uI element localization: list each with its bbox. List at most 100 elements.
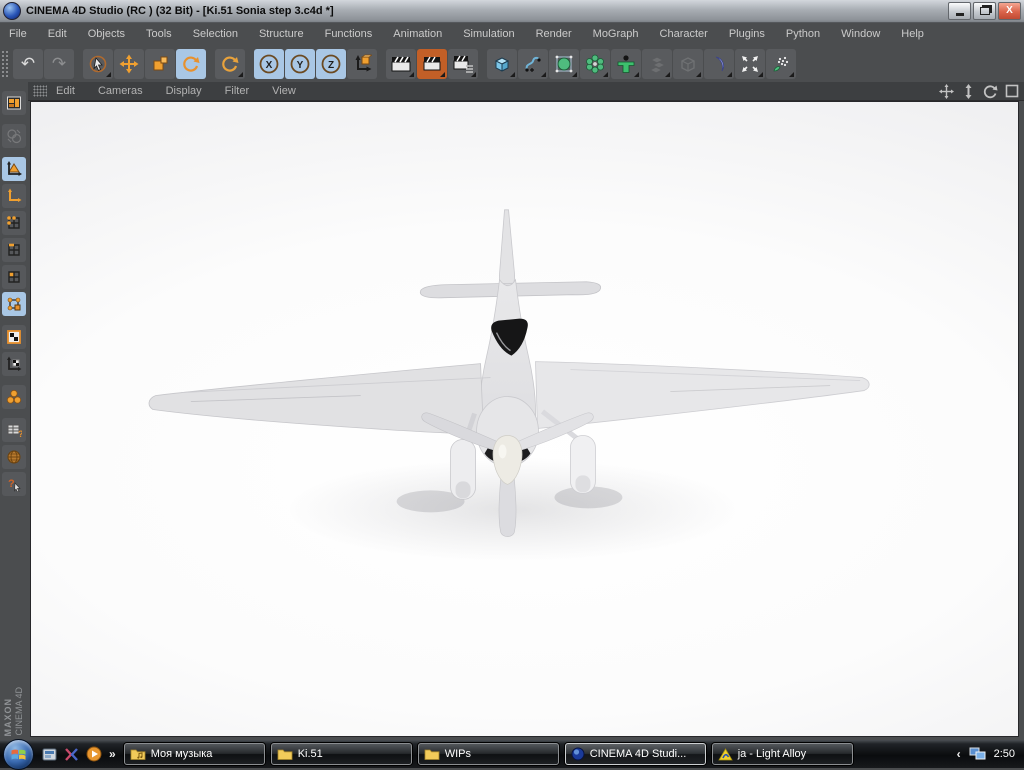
pan-view-icon[interactable] xyxy=(939,83,954,99)
menu-tools[interactable]: Tools xyxy=(146,28,172,40)
toggle-view-icon[interactable] xyxy=(1005,84,1019,98)
points-mode-button[interactable] xyxy=(2,211,26,235)
add-cube-button[interactable] xyxy=(487,48,517,79)
last-tool-button[interactable] xyxy=(215,48,245,79)
lock-z-icon: Z xyxy=(321,54,341,73)
menu-functions[interactable]: Functions xyxy=(325,28,373,40)
quicklaunch-editor-icon[interactable] xyxy=(64,747,79,762)
move-button[interactable] xyxy=(114,48,144,79)
menu-character[interactable]: Character xyxy=(660,28,708,40)
lock-x-button[interactable]: X xyxy=(254,48,284,79)
restore-button[interactable] xyxy=(973,2,996,20)
svg-text:Z: Z xyxy=(328,60,334,71)
menu-python[interactable]: Python xyxy=(786,28,820,40)
title-bar: CINEMA 4D Studio (RC ) (32 Bit) - [Ki.51… xyxy=(0,0,1024,23)
taskbar-button-cinema4d[interactable]: CINEMA 4D Studi... xyxy=(564,743,706,765)
hair-button[interactable] xyxy=(766,48,796,79)
network-icon[interactable] xyxy=(969,747,986,761)
live-selection-button[interactable] xyxy=(83,48,113,79)
zoom-view-icon[interactable] xyxy=(961,83,976,99)
menu-window[interactable]: Window xyxy=(841,28,880,40)
array-objects-icon xyxy=(586,54,604,73)
edges-mode-button[interactable] xyxy=(2,238,26,262)
kinematics-mode-button[interactable] xyxy=(2,385,26,409)
start-button[interactable] xyxy=(3,738,34,770)
render-view-button[interactable] xyxy=(386,48,416,79)
menu-selection[interactable]: Selection xyxy=(193,28,238,40)
subdivision-surface-button[interactable] xyxy=(549,48,579,79)
taskbar-button-wips[interactable]: WIPs xyxy=(417,743,559,765)
add-cube-icon xyxy=(494,56,510,72)
coordinate-system-button[interactable] xyxy=(347,48,377,79)
spline-pen-button[interactable] xyxy=(518,48,548,79)
deformer-button[interactable] xyxy=(642,48,672,79)
rotate-view-icon[interactable] xyxy=(983,84,998,99)
texture-axis-mode-button[interactable] xyxy=(2,352,26,376)
model-mode-button[interactable] xyxy=(2,157,26,181)
viewport-menu-filter[interactable]: Filter xyxy=(225,85,249,97)
c4d-sphere-icon xyxy=(571,747,585,761)
texture-mode-button[interactable] xyxy=(2,325,26,349)
internet-button[interactable] xyxy=(2,445,26,469)
menu-objects[interactable]: Objects xyxy=(88,28,125,40)
viewport-menu-cameras[interactable]: Cameras xyxy=(98,85,143,97)
maxon-logo-text: MAXON xyxy=(2,697,13,737)
redo-button[interactable]: ↷ xyxy=(44,48,74,79)
taskbar-button-ki51[interactable]: Ki.51 xyxy=(270,743,412,765)
toolbar-drag-handle[interactable] xyxy=(1,49,10,78)
quicklaunch-player-icon[interactable] xyxy=(86,746,102,762)
undo-button[interactable]: ↶ xyxy=(13,48,43,79)
lock-z-button[interactable]: Z xyxy=(316,48,346,79)
uv-polygons-mode-button[interactable] xyxy=(2,292,26,316)
perspective-viewport[interactable] xyxy=(30,101,1019,737)
taskbar-button-label: WIPs xyxy=(444,748,471,760)
quicklaunch-app-icon[interactable] xyxy=(42,747,57,762)
environment-button[interactable] xyxy=(704,48,734,79)
stage-icon xyxy=(681,56,695,72)
clock: 2:50 xyxy=(993,748,1015,760)
taskbar-button-lightalloy[interactable]: ja - Light Alloy xyxy=(711,743,853,765)
menu-edit[interactable]: Edit xyxy=(48,28,67,40)
menu-structure[interactable]: Structure xyxy=(259,28,304,40)
viewport-menu-edit[interactable]: Edit xyxy=(56,85,75,97)
rotate-button[interactable] xyxy=(176,48,206,79)
convert-button[interactable] xyxy=(2,124,26,148)
menu-simulation[interactable]: Simulation xyxy=(463,28,514,40)
commander-button[interactable]: ? xyxy=(2,418,26,442)
menu-mograph[interactable]: MoGraph xyxy=(593,28,639,40)
viewport-menu-bar: Edit Cameras Display Filter View xyxy=(28,82,1024,101)
render-picture-viewer-button[interactable] xyxy=(417,48,447,79)
spline-pen-icon xyxy=(525,56,541,72)
character-objects-button[interactable] xyxy=(611,48,641,79)
menu-help[interactable]: Help xyxy=(901,28,924,40)
quicklaunch-overflow-chevron[interactable]: » xyxy=(109,747,116,761)
taskbar: » Моя музыка Ki.51 WIPs CINEMA 4D Studi.… xyxy=(0,738,1024,770)
menu-file[interactable]: File xyxy=(9,28,27,40)
mode-palette: ? ? MAXON CINEMA 4D xyxy=(0,82,28,740)
stage-button[interactable] xyxy=(673,48,703,79)
texture-mode-icon xyxy=(7,330,21,344)
layout-button[interactable] xyxy=(2,91,26,115)
particles-button[interactable] xyxy=(735,48,765,79)
scale-button[interactable] xyxy=(145,48,175,79)
lock-x-icon: X xyxy=(259,54,279,73)
close-button[interactable]: X xyxy=(998,2,1021,20)
menu-animation[interactable]: Animation xyxy=(393,28,442,40)
minimize-button[interactable] xyxy=(948,2,971,20)
render-settings-button[interactable] xyxy=(448,48,478,79)
menu-plugins[interactable]: Plugins xyxy=(729,28,765,40)
context-help-button[interactable]: ? xyxy=(2,472,26,496)
tray-collapse-chevron[interactable]: ‹ xyxy=(957,747,961,761)
live-selection-icon xyxy=(89,55,107,72)
polygons-mode-button[interactable] xyxy=(2,265,26,289)
menu-render[interactable]: Render xyxy=(536,28,572,40)
viewport-menu-display[interactable]: Display xyxy=(166,85,202,97)
array-objects-button[interactable] xyxy=(580,48,610,79)
restore-icon xyxy=(979,7,990,15)
viewport-drag-handle[interactable] xyxy=(33,85,47,97)
taskbar-button-music[interactable]: Моя музыка xyxy=(123,743,265,765)
object-axis-mode-button[interactable] xyxy=(2,184,26,208)
render-view-icon xyxy=(391,56,411,71)
lock-y-button[interactable]: Y xyxy=(285,48,315,79)
viewport-menu-view[interactable]: View xyxy=(272,85,296,97)
